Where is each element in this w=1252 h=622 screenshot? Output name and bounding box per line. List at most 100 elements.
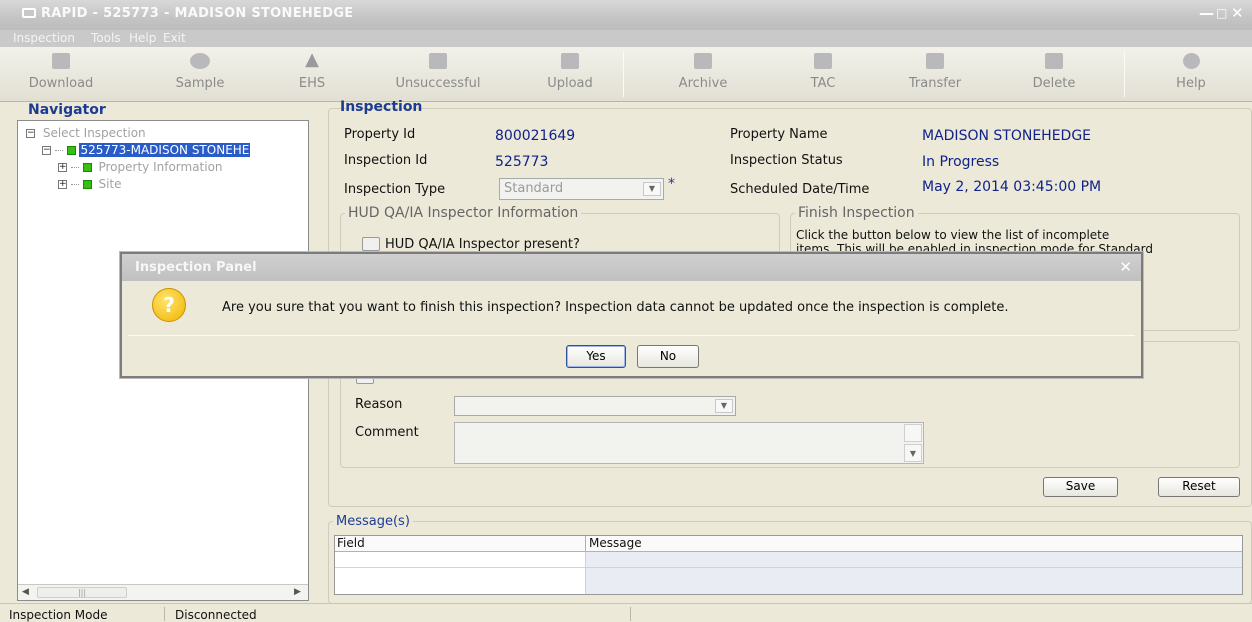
- node-status-icon: [66, 146, 76, 155]
- tree-item-inspection[interactable]: − 525773-MADISON STONEHE: [42, 143, 251, 157]
- tree-item-property-information[interactable]: + Property Information: [58, 160, 223, 174]
- required-marker: *: [668, 176, 675, 192]
- maximize-icon[interactable]: □: [1216, 6, 1227, 20]
- upload-button[interactable]: Upload: [530, 47, 610, 102]
- archive-label: Archive: [678, 76, 728, 91]
- unsuccessful-label: Unsuccessful: [395, 76, 481, 91]
- download-button[interactable]: Download: [6, 47, 116, 102]
- toolbar-separator: [1124, 51, 1125, 97]
- dialog-title-bar: Inspection Panel ✕: [122, 254, 1141, 281]
- reason-select[interactable]: ▼: [454, 396, 736, 416]
- hud-inspector-label: HUD QA/IA Inspector present?: [385, 237, 580, 252]
- archive-button[interactable]: Archive: [663, 47, 743, 102]
- close-icon[interactable]: ✕: [1231, 4, 1244, 22]
- close-icon[interactable]: ✕: [1119, 258, 1132, 276]
- tac-label: TAC: [810, 76, 836, 91]
- scroll-left-icon[interactable]: ◀: [22, 587, 29, 597]
- node-status-icon: [82, 163, 92, 172]
- dialog-title: Inspection Panel: [135, 260, 257, 275]
- column-header-field[interactable]: Field: [337, 536, 365, 550]
- inspection-status-value: In Progress: [922, 154, 1000, 170]
- scheduled-value: May 2, 2014 03:45:00 PM: [922, 179, 1102, 195]
- scroll-right-icon[interactable]: ▶: [294, 587, 301, 597]
- ehs-button[interactable]: ▲ EHS: [290, 47, 334, 102]
- transfer-button[interactable]: Transfer: [890, 47, 980, 102]
- inspection-id-value: 525773: [495, 154, 549, 170]
- sample-icon: [190, 53, 210, 69]
- menu-exit[interactable]: Exit: [163, 31, 186, 45]
- delete-button[interactable]: Delete: [1014, 47, 1094, 102]
- column-header-message[interactable]: Message: [589, 536, 642, 550]
- tree-item-label: 525773-MADISON STONEHE: [79, 143, 251, 157]
- sample-label: Sample: [175, 76, 225, 91]
- download-icon: [52, 53, 70, 69]
- menu-help[interactable]: Help: [129, 31, 156, 45]
- minimize-icon[interactable]: —: [1199, 4, 1214, 22]
- save-button[interactable]: Save: [1043, 477, 1118, 497]
- help-label: Help: [1176, 76, 1206, 91]
- chevron-down-icon[interactable]: ▼: [715, 399, 733, 413]
- comment-label: Comment: [355, 425, 419, 440]
- hud-inspector-checkbox[interactable]: [362, 237, 380, 251]
- tree-item-select-inspection[interactable]: − Select Inspection: [26, 126, 146, 140]
- comment-textarea[interactable]: ▼: [454, 422, 924, 464]
- inspection-id-label: Inspection Id: [344, 153, 428, 168]
- scroll-thumb[interactable]: |||: [37, 587, 127, 598]
- transfer-label: Transfer: [908, 76, 962, 91]
- dialog-message: Are you sure that you want to finish thi…: [222, 300, 1009, 315]
- help-button[interactable]: Help: [1155, 47, 1227, 102]
- window-title: RAPID - 525773 - MADISON STONEHEDGE: [41, 6, 354, 21]
- status-connection: Disconnected: [175, 608, 257, 622]
- inspection-type-value: Standard: [504, 181, 564, 196]
- unsuccessful-icon: [429, 53, 447, 69]
- collapse-icon[interactable]: −: [26, 129, 35, 138]
- scroll-up-button[interactable]: [904, 424, 922, 442]
- no-button[interactable]: No: [637, 345, 699, 368]
- download-label: Download: [28, 76, 94, 91]
- menu-tools[interactable]: Tools: [91, 31, 121, 45]
- reset-button[interactable]: Reset: [1158, 477, 1240, 497]
- horizontal-scrollbar[interactable]: ◀ ||| ▶: [18, 584, 308, 600]
- tree-item-label: Select Inspection: [42, 126, 146, 140]
- ehs-label: EHS: [298, 76, 326, 91]
- table-row-divider: [335, 567, 1242, 568]
- collapse-icon[interactable]: −: [42, 146, 51, 155]
- inspection-type-label: Inspection Type: [344, 182, 446, 197]
- property-id-value: 800021649: [495, 128, 576, 144]
- tree-item-site[interactable]: + Site: [58, 177, 122, 191]
- reason-label: Reason: [355, 397, 403, 412]
- navigator-title: Navigator: [28, 102, 106, 118]
- property-id-label: Property Id: [344, 127, 416, 142]
- tac-icon: [814, 53, 832, 69]
- sample-button[interactable]: Sample: [150, 47, 250, 102]
- archive-icon: [694, 53, 712, 69]
- messages-title: Message(s): [333, 514, 413, 529]
- menu-inspection[interactable]: Inspection: [13, 31, 75, 45]
- unsuccessful-button[interactable]: Unsuccessful: [366, 47, 510, 102]
- message-column: [586, 552, 1242, 594]
- upload-icon: [561, 53, 579, 69]
- tac-button[interactable]: TAC: [793, 47, 853, 102]
- delete-label: Delete: [1032, 76, 1076, 91]
- finish-group-title: Finish Inspection: [795, 205, 918, 221]
- tree-item-label: Site: [98, 177, 122, 191]
- tree-item-label: Property Information: [98, 160, 223, 174]
- transfer-icon: [926, 53, 944, 69]
- chevron-down-icon[interactable]: ▼: [904, 444, 922, 462]
- yes-button[interactable]: Yes: [566, 345, 626, 368]
- chevron-down-icon[interactable]: ▼: [643, 182, 661, 196]
- status-mode: Inspection Mode: [9, 608, 108, 622]
- upload-label: Upload: [547, 76, 593, 91]
- messages-table[interactable]: Field Message: [334, 535, 1243, 595]
- expand-icon[interactable]: +: [58, 180, 67, 189]
- node-status-icon: [82, 180, 92, 189]
- help-icon: [1182, 53, 1200, 69]
- status-bar: Inspection Mode Disconnected: [0, 603, 1252, 622]
- toolbar-separator: [623, 51, 624, 97]
- dialog-separator: [128, 335, 1135, 336]
- table-column-divider: [585, 552, 586, 594]
- inspection-status-label: Inspection Status: [730, 153, 843, 168]
- expand-icon[interactable]: +: [58, 163, 67, 172]
- warning-icon: ▲: [305, 49, 319, 70]
- inspection-type-select[interactable]: Standard ▼: [499, 178, 664, 200]
